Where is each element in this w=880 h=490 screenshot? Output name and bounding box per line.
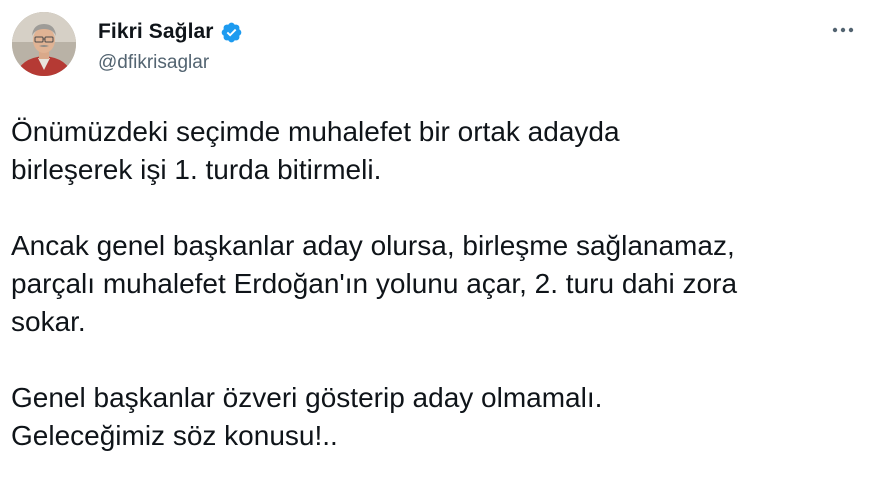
avatar-image — [12, 12, 76, 76]
tweet-header: Fikri Sağlar @dfikrisaglar — [12, 12, 868, 88]
tweet-paragraph: Ancak genel başkanlar aday olursa, birle… — [11, 230, 738, 337]
tweet-card: Fikri Sağlar @dfikrisaglar Önümüzdeki se… — [0, 0, 880, 490]
verified-badge-icon — [220, 21, 243, 44]
display-name[interactable]: Fikri Sağlar — [98, 20, 214, 44]
display-name-row: Fikri Sağlar — [98, 18, 243, 46]
tweet-paragraph: Genel başkanlar özveri gösterip aday olm… — [11, 382, 603, 451]
author-handle[interactable]: @dfikrisaglar — [98, 52, 243, 74]
avatar[interactable] — [12, 12, 76, 76]
tweet-text: Önümüzdeki seçimde muhalefet bir ortak a… — [11, 113, 871, 455]
more-horizontal-icon[interactable] — [828, 18, 858, 42]
tweet-paragraph: Önümüzdeki seçimde muhalefet bir ortak a… — [11, 116, 620, 185]
author-names: Fikri Sağlar @dfikrisaglar — [98, 18, 243, 74]
